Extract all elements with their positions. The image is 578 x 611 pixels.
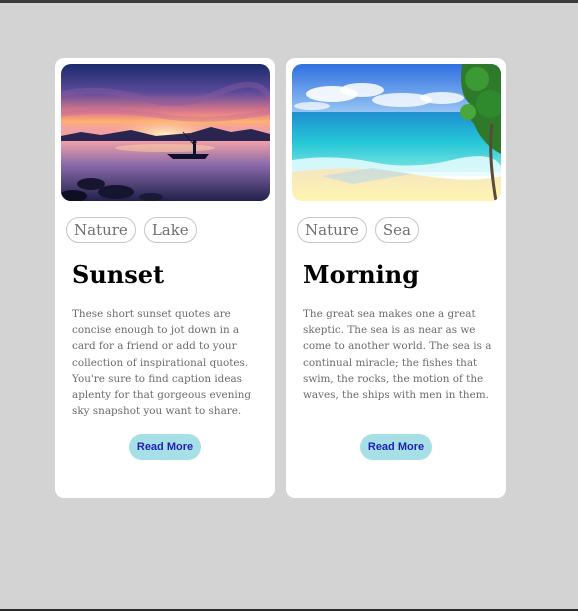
read-more-button[interactable]: Read More xyxy=(360,434,432,460)
tag-nature[interactable]: Nature xyxy=(66,217,136,243)
tag-nature[interactable]: Nature xyxy=(297,217,367,243)
card-sunset: Nature Lake Sunset These short sunset qu… xyxy=(55,58,275,498)
tropical-beach-image xyxy=(292,64,501,201)
browser-top-edge xyxy=(0,0,578,3)
card-description: These short sunset quotes are concise en… xyxy=(72,308,252,418)
tag-lake[interactable]: Lake xyxy=(143,217,197,243)
card-description: The great sea makes one a great skeptic.… xyxy=(303,308,492,402)
tag-list: Nature Lake xyxy=(66,217,197,243)
sunset-lake-fisherman-image xyxy=(61,64,270,201)
card-title: Sunset xyxy=(72,260,165,289)
card-morning: Nature Sea Morning The great sea makes o… xyxy=(286,58,506,498)
tag-list: Nature Sea xyxy=(297,217,419,243)
read-more-button[interactable]: Read More xyxy=(129,434,201,460)
tag-sea[interactable]: Sea xyxy=(374,217,419,243)
card-title: Morning xyxy=(303,260,420,289)
